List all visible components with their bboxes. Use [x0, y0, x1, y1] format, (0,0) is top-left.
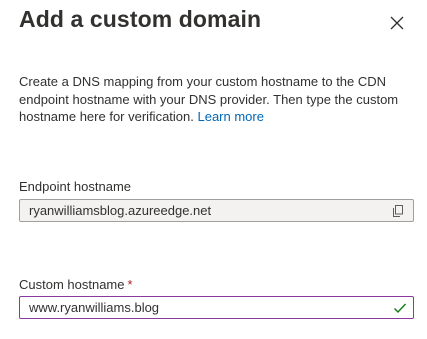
- description: Create a DNS mapping from your custom ho…: [19, 73, 414, 126]
- endpoint-hostname-label: Endpoint hostname: [19, 179, 131, 194]
- custom-hostname-field[interactable]: [19, 296, 414, 319]
- learn-more-link[interactable]: Learn more: [197, 109, 263, 124]
- panel-title: Add a custom domain: [19, 6, 262, 32]
- custom-hostname-input[interactable]: [20, 297, 392, 318]
- endpoint-hostname-value: ryanwilliamsblog.azureedge.net: [29, 203, 212, 218]
- endpoint-hostname-field: ryanwilliamsblog.azureedge.net: [19, 199, 414, 222]
- add-custom-domain-panel: Add a custom domain Create a DNS mapping…: [0, 0, 427, 339]
- copy-icon[interactable]: [390, 203, 406, 219]
- custom-hostname-label-text: Custom hostname: [19, 277, 125, 292]
- checkmark-icon: [392, 300, 408, 316]
- close-icon[interactable]: [388, 14, 406, 32]
- custom-hostname-label: Custom hostname *: [19, 277, 133, 292]
- required-marker: *: [127, 277, 133, 292]
- endpoint-hostname-label-text: Endpoint hostname: [19, 179, 132, 194]
